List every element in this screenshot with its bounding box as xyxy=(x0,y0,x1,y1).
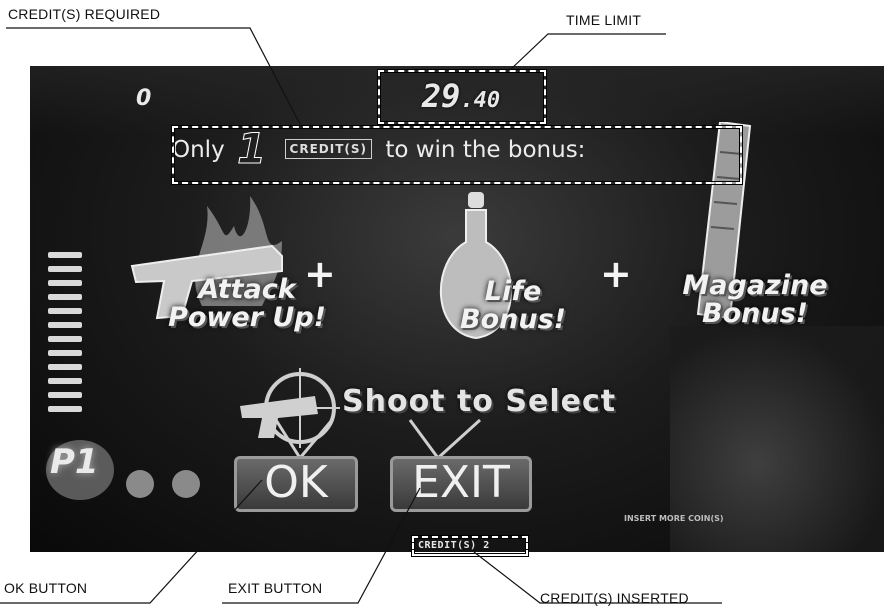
callout-leader-lines xyxy=(0,27,722,604)
